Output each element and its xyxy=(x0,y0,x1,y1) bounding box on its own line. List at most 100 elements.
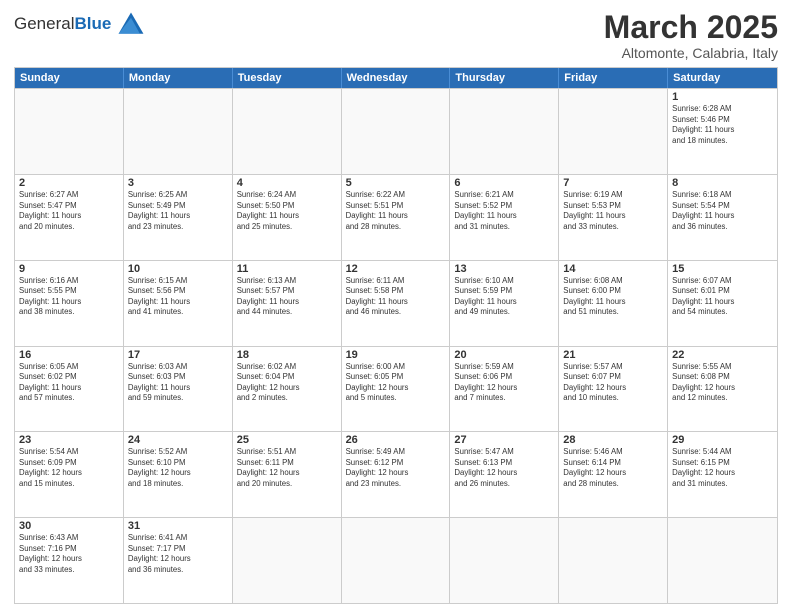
calendar-cell: 25Sunrise: 5:51 AM Sunset: 6:11 PM Dayli… xyxy=(233,432,342,517)
day-info: Sunrise: 6:22 AM Sunset: 5:51 PM Dayligh… xyxy=(346,190,446,232)
day-info: Sunrise: 6:02 AM Sunset: 6:04 PM Dayligh… xyxy=(237,362,337,404)
day-number: 16 xyxy=(19,349,119,361)
day-info: Sunrise: 6:03 AM Sunset: 6:03 PM Dayligh… xyxy=(128,362,228,404)
calendar-cell: 11Sunrise: 6:13 AM Sunset: 5:57 PM Dayli… xyxy=(233,261,342,346)
location: Altomonte, Calabria, Italy xyxy=(604,45,778,61)
day-number: 17 xyxy=(128,349,228,361)
calendar-row: 9Sunrise: 6:16 AM Sunset: 5:55 PM Daylig… xyxy=(15,260,777,346)
day-info: Sunrise: 6:11 AM Sunset: 5:58 PM Dayligh… xyxy=(346,276,446,318)
logo-blue: Blue xyxy=(74,14,111,33)
day-info: Sunrise: 6:10 AM Sunset: 5:59 PM Dayligh… xyxy=(454,276,554,318)
day-number: 31 xyxy=(128,520,228,532)
day-number: 1 xyxy=(672,91,773,103)
calendar-row: 16Sunrise: 6:05 AM Sunset: 6:02 PM Dayli… xyxy=(15,346,777,432)
calendar-row: 1Sunrise: 6:28 AM Sunset: 5:46 PM Daylig… xyxy=(15,88,777,174)
day-info: Sunrise: 5:44 AM Sunset: 6:15 PM Dayligh… xyxy=(672,447,773,489)
day-info: Sunrise: 6:24 AM Sunset: 5:50 PM Dayligh… xyxy=(237,190,337,232)
day-info: Sunrise: 6:27 AM Sunset: 5:47 PM Dayligh… xyxy=(19,190,119,232)
day-number: 12 xyxy=(346,263,446,275)
page: GeneralBlue March 2025 Altomonte, Calabr… xyxy=(0,0,792,612)
calendar-cell: 2Sunrise: 6:27 AM Sunset: 5:47 PM Daylig… xyxy=(15,175,124,260)
day-number: 21 xyxy=(563,349,663,361)
calendar-header: SundayMondayTuesdayWednesdayThursdayFrid… xyxy=(15,68,777,88)
day-number: 4 xyxy=(237,177,337,189)
day-info: Sunrise: 5:47 AM Sunset: 6:13 PM Dayligh… xyxy=(454,447,554,489)
day-number: 30 xyxy=(19,520,119,532)
calendar-cell: 19Sunrise: 6:00 AM Sunset: 6:05 PM Dayli… xyxy=(342,347,451,432)
day-info: Sunrise: 6:15 AM Sunset: 5:56 PM Dayligh… xyxy=(128,276,228,318)
day-number: 3 xyxy=(128,177,228,189)
day-number: 2 xyxy=(19,177,119,189)
calendar-cell: 17Sunrise: 6:03 AM Sunset: 6:03 PM Dayli… xyxy=(124,347,233,432)
day-info: Sunrise: 6:25 AM Sunset: 5:49 PM Dayligh… xyxy=(128,190,228,232)
calendar-cell: 7Sunrise: 6:19 AM Sunset: 5:53 PM Daylig… xyxy=(559,175,668,260)
calendar-cell: 15Sunrise: 6:07 AM Sunset: 6:01 PM Dayli… xyxy=(668,261,777,346)
calendar-cell: 3Sunrise: 6:25 AM Sunset: 5:49 PM Daylig… xyxy=(124,175,233,260)
calendar-cell: 22Sunrise: 5:55 AM Sunset: 6:08 PM Dayli… xyxy=(668,347,777,432)
day-info: Sunrise: 5:51 AM Sunset: 6:11 PM Dayligh… xyxy=(237,447,337,489)
logo-general: General xyxy=(14,14,74,33)
header: GeneralBlue March 2025 Altomonte, Calabr… xyxy=(14,10,778,61)
weekday-header: Saturday xyxy=(668,68,777,88)
calendar-cell xyxy=(233,89,342,174)
calendar-cell: 1Sunrise: 6:28 AM Sunset: 5:46 PM Daylig… xyxy=(668,89,777,174)
calendar-cell xyxy=(559,518,668,603)
day-info: Sunrise: 6:05 AM Sunset: 6:02 PM Dayligh… xyxy=(19,362,119,404)
calendar-cell: 31Sunrise: 6:41 AM Sunset: 7:17 PM Dayli… xyxy=(124,518,233,603)
day-number: 15 xyxy=(672,263,773,275)
calendar-cell: 30Sunrise: 6:43 AM Sunset: 7:16 PM Dayli… xyxy=(15,518,124,603)
day-number: 29 xyxy=(672,434,773,446)
day-number: 10 xyxy=(128,263,228,275)
day-number: 25 xyxy=(237,434,337,446)
day-number: 26 xyxy=(346,434,446,446)
weekday-header: Tuesday xyxy=(233,68,342,88)
weekday-header: Friday xyxy=(559,68,668,88)
weekday-header: Monday xyxy=(124,68,233,88)
day-number: 9 xyxy=(19,263,119,275)
title-block: March 2025 Altomonte, Calabria, Italy xyxy=(604,10,778,61)
calendar-cell: 24Sunrise: 5:52 AM Sunset: 6:10 PM Dayli… xyxy=(124,432,233,517)
calendar-row: 30Sunrise: 6:43 AM Sunset: 7:16 PM Dayli… xyxy=(15,517,777,603)
calendar-cell: 23Sunrise: 5:54 AM Sunset: 6:09 PM Dayli… xyxy=(15,432,124,517)
logo: GeneralBlue xyxy=(14,10,147,38)
calendar-cell xyxy=(450,518,559,603)
calendar-cell xyxy=(124,89,233,174)
day-info: Sunrise: 6:16 AM Sunset: 5:55 PM Dayligh… xyxy=(19,276,119,318)
calendar-cell: 4Sunrise: 6:24 AM Sunset: 5:50 PM Daylig… xyxy=(233,175,342,260)
day-number: 11 xyxy=(237,263,337,275)
day-number: 24 xyxy=(128,434,228,446)
day-info: Sunrise: 6:21 AM Sunset: 5:52 PM Dayligh… xyxy=(454,190,554,232)
calendar-cell: 21Sunrise: 5:57 AM Sunset: 6:07 PM Dayli… xyxy=(559,347,668,432)
day-info: Sunrise: 6:13 AM Sunset: 5:57 PM Dayligh… xyxy=(237,276,337,318)
day-info: Sunrise: 6:28 AM Sunset: 5:46 PM Dayligh… xyxy=(672,104,773,146)
day-info: Sunrise: 5:54 AM Sunset: 6:09 PM Dayligh… xyxy=(19,447,119,489)
day-number: 13 xyxy=(454,263,554,275)
day-number: 8 xyxy=(672,177,773,189)
calendar-row: 2Sunrise: 6:27 AM Sunset: 5:47 PM Daylig… xyxy=(15,174,777,260)
day-number: 22 xyxy=(672,349,773,361)
day-info: Sunrise: 6:18 AM Sunset: 5:54 PM Dayligh… xyxy=(672,190,773,232)
day-info: Sunrise: 5:49 AM Sunset: 6:12 PM Dayligh… xyxy=(346,447,446,489)
day-number: 5 xyxy=(346,177,446,189)
day-info: Sunrise: 5:55 AM Sunset: 6:08 PM Dayligh… xyxy=(672,362,773,404)
day-info: Sunrise: 5:52 AM Sunset: 6:10 PM Dayligh… xyxy=(128,447,228,489)
day-number: 27 xyxy=(454,434,554,446)
calendar-cell: 16Sunrise: 6:05 AM Sunset: 6:02 PM Dayli… xyxy=(15,347,124,432)
calendar-cell: 13Sunrise: 6:10 AM Sunset: 5:59 PM Dayli… xyxy=(450,261,559,346)
day-number: 20 xyxy=(454,349,554,361)
calendar-cell: 18Sunrise: 6:02 AM Sunset: 6:04 PM Dayli… xyxy=(233,347,342,432)
day-number: 6 xyxy=(454,177,554,189)
day-info: Sunrise: 6:43 AM Sunset: 7:16 PM Dayligh… xyxy=(19,533,119,575)
calendar-cell xyxy=(342,518,451,603)
day-number: 7 xyxy=(563,177,663,189)
calendar-cell: 29Sunrise: 5:44 AM Sunset: 6:15 PM Dayli… xyxy=(668,432,777,517)
logo-icon xyxy=(115,10,147,38)
calendar-cell: 12Sunrise: 6:11 AM Sunset: 5:58 PM Dayli… xyxy=(342,261,451,346)
calendar-cell xyxy=(342,89,451,174)
calendar-cell: 10Sunrise: 6:15 AM Sunset: 5:56 PM Dayli… xyxy=(124,261,233,346)
day-info: Sunrise: 5:46 AM Sunset: 6:14 PM Dayligh… xyxy=(563,447,663,489)
day-info: Sunrise: 6:00 AM Sunset: 6:05 PM Dayligh… xyxy=(346,362,446,404)
month-year: March 2025 xyxy=(604,10,778,45)
day-number: 23 xyxy=(19,434,119,446)
calendar-cell xyxy=(559,89,668,174)
